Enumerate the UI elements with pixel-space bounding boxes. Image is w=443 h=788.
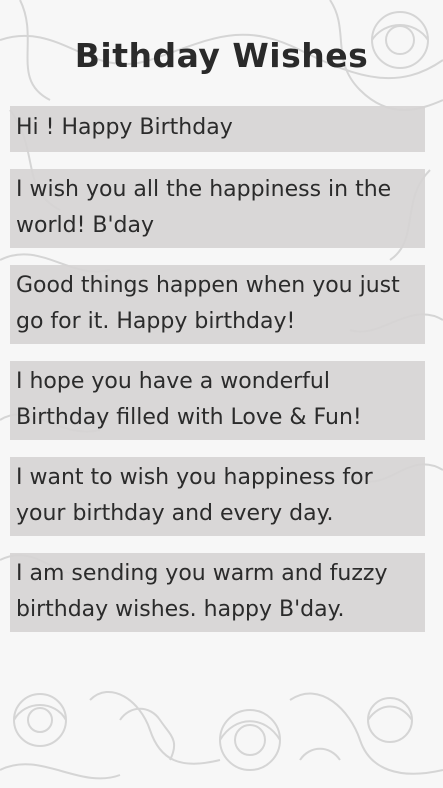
wish-item[interactable]: I wish you all the happiness in the worl… [10, 169, 425, 248]
page-title: Bithday Wishes [74, 36, 369, 75]
wish-item[interactable]: I hope you have a wonderful Birthday fil… [10, 361, 425, 440]
wish-item[interactable]: Hi ! Happy Birthday [10, 106, 425, 152]
wish-item[interactable]: I am sending you warm and fuzzy birthday… [10, 553, 425, 632]
app-screen: Bithday Wishes Hi ! Happy Birthday I wis… [0, 0, 443, 788]
wish-item[interactable]: I want to wish you happiness for your bi… [10, 457, 425, 536]
wishes-list: Hi ! Happy Birthday I wish you all the h… [10, 106, 425, 632]
wish-item[interactable]: Good things happen when you just go for … [10, 265, 425, 344]
